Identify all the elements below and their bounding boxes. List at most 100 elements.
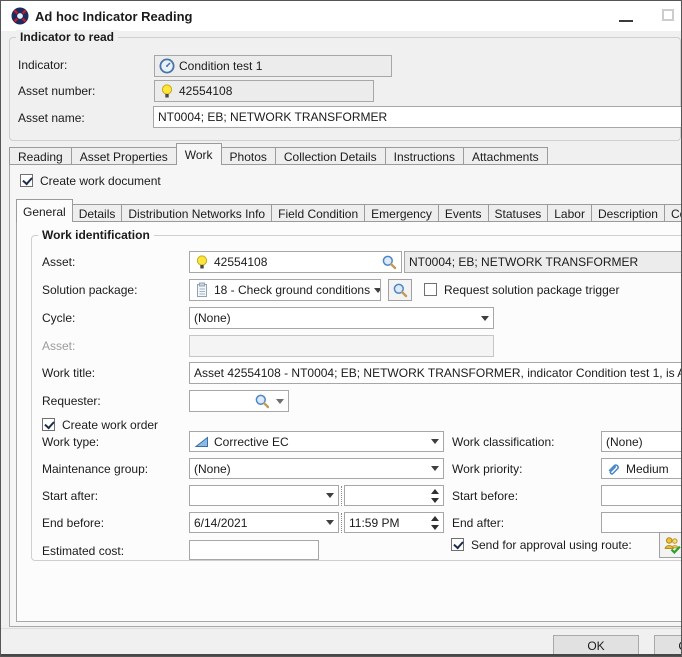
end-before-date-field[interactable]: 6/14/2021 — [189, 512, 339, 533]
work-type-value: Corrective EC — [214, 435, 289, 449]
maintenance-group-label: Maintenance group: — [42, 462, 148, 476]
request-trigger-checkbox[interactable] — [424, 283, 437, 296]
outer-tab-strip: Reading Asset Properties Work Photos Col… — [9, 143, 548, 165]
asset-label: Asset: — [42, 255, 75, 269]
create-work-order-checkbox[interactable] — [42, 418, 55, 431]
work-title-field[interactable]: Asset 42554108 - NT0004; EB; NETWORK TRA… — [189, 362, 682, 384]
chevron-down-icon[interactable] — [481, 316, 489, 321]
work-title-label: Work title: — [42, 366, 95, 380]
spin-down-icon[interactable] — [431, 498, 439, 503]
tab-distribution-networks-info[interactable]: Distribution Networks Info — [121, 204, 272, 222]
inner-tab-strip: General Details Distribution Networks In… — [16, 199, 682, 222]
work-identification-group: Work identification Asset: 42554108 NT0 — [31, 235, 682, 561]
maintenance-group-value: (None) — [194, 462, 231, 476]
app-icon — [11, 7, 29, 25]
asset-number-field[interactable]: 42554108 — [154, 80, 374, 102]
end-before-time-field[interactable]: 11:59 PM — [344, 512, 444, 533]
create-work-order-label: Create work order — [62, 418, 158, 432]
solution-package-value: 18 - Check ground conditions — [214, 283, 370, 297]
asset-name-label: Asset name: — [18, 111, 85, 125]
tab-reading[interactable]: Reading — [9, 147, 72, 165]
requester-label: Requester: — [42, 394, 101, 408]
start-after-time-field[interactable] — [344, 485, 444, 506]
requester-field[interactable] — [189, 390, 289, 412]
solution-package-label: Solution package: — [42, 283, 137, 297]
asset-number-value: 42554108 — [179, 84, 232, 98]
solution-package-search-button[interactable] — [388, 279, 412, 301]
tab-work[interactable]: Work — [176, 143, 222, 165]
send-for-approval-checkbox[interactable] — [451, 538, 464, 551]
minimize-button[interactable] — [619, 20, 633, 22]
tab-field-condition[interactable]: Field Condition — [271, 204, 365, 222]
end-after-label: End after: — [452, 516, 504, 530]
work-tab-page: Create work document General Details Dis… — [9, 164, 682, 627]
start-before-label: Start before: — [452, 489, 518, 503]
solution-package-combo[interactable]: 18 - Check ground conditions — [189, 279, 381, 301]
work-priority-combo[interactable]: Medium — [601, 458, 682, 479]
indicator-icon — [159, 58, 175, 74]
asset-field[interactable]: 42554108 — [189, 251, 402, 273]
cycle-combo[interactable]: (None) — [189, 307, 494, 329]
tab-collection-details[interactable]: Collection Details — [275, 147, 386, 165]
time-spinner[interactable] — [431, 489, 439, 503]
indicator-field[interactable]: Condition test 1 — [154, 55, 392, 77]
work-classification-value: (None) — [606, 435, 643, 449]
chevron-down-icon[interactable] — [374, 288, 381, 293]
spin-up-icon[interactable] — [431, 516, 439, 521]
date-time-divider — [341, 486, 342, 506]
work-type-label: Work type: — [42, 435, 99, 449]
chevron-down-icon[interactable] — [431, 466, 439, 471]
tab-description[interactable]: Description — [591, 204, 665, 222]
tab-statuses[interactable]: Statuses — [488, 204, 549, 222]
chevron-down-icon[interactable] — [276, 399, 284, 404]
end-after-field[interactable] — [601, 512, 682, 533]
tab-instructions[interactable]: Instructions — [385, 147, 464, 165]
chevron-down-icon[interactable] — [326, 493, 334, 498]
indicator-value: Condition test 1 — [179, 59, 262, 73]
tab-attachments[interactable]: Attachments — [463, 147, 548, 165]
cycle-label: Cycle: — [42, 311, 75, 325]
start-before-field[interactable] — [601, 485, 682, 506]
bulb-icon — [159, 83, 175, 99]
chevron-down-icon[interactable] — [326, 520, 334, 525]
tab-asset-properties[interactable]: Asset Properties — [71, 147, 177, 165]
maximize-button[interactable] — [662, 9, 674, 21]
tab-events[interactable]: Events — [438, 204, 489, 222]
approval-route-button[interactable] — [659, 532, 682, 558]
button-bar: OK Cancel — [1, 628, 682, 657]
start-after-date-field[interactable] — [189, 485, 339, 506]
tab-completion-info[interactable]: Completion Inf — [664, 204, 682, 222]
general-tab-page: Work identification Asset: 42554108 NT0 — [16, 221, 682, 622]
tab-emergency[interactable]: Emergency — [364, 204, 439, 222]
search-icon[interactable] — [254, 393, 270, 409]
work-type-combo[interactable]: Corrective EC — [189, 431, 444, 452]
work-classification-combo[interactable]: (None) — [601, 431, 682, 452]
send-for-approval-label: Send for approval using route: — [471, 538, 632, 552]
create-work-document-label: Create work document — [40, 174, 161, 188]
work-title-value: Asset 42554108 - NT0004; EB; NETWORK TRA… — [194, 366, 682, 380]
asset-name-value: NT0004; EB; NETWORK TRANSFORMER — [158, 110, 387, 124]
time-spinner[interactable] — [431, 516, 439, 530]
indicator-to-read-group: Indicator to read Indicator: Condition t… — [9, 37, 681, 141]
asset2-label: Asset: — [42, 339, 75, 353]
asset-number-label: Asset number: — [18, 84, 95, 98]
work-classification-label: Work classification: — [452, 435, 554, 449]
estimated-cost-field[interactable] — [189, 540, 319, 560]
tab-general[interactable]: General — [16, 199, 73, 222]
tab-photos[interactable]: Photos — [221, 147, 276, 165]
tab-labor[interactable]: Labor — [547, 204, 592, 222]
asset2-field — [189, 335, 494, 357]
maintenance-group-combo[interactable]: (None) — [189, 458, 444, 479]
spin-down-icon[interactable] — [431, 525, 439, 530]
search-icon[interactable] — [381, 254, 397, 270]
window-title: Ad hoc Indicator Reading — [35, 9, 192, 24]
bulb-icon — [194, 254, 210, 270]
tab-details[interactable]: Details — [72, 204, 123, 222]
work-priority-value: Medium — [626, 462, 669, 476]
spin-up-icon[interactable] — [431, 489, 439, 494]
create-work-document-checkbox[interactable] — [20, 174, 33, 187]
asset-name-field[interactable]: NT0004; EB; NETWORK TRANSFORMER — [153, 106, 682, 128]
chevron-down-icon[interactable] — [431, 439, 439, 444]
request-trigger-label: Request solution package trigger — [444, 283, 619, 297]
work-priority-label: Work priority: — [452, 462, 522, 476]
